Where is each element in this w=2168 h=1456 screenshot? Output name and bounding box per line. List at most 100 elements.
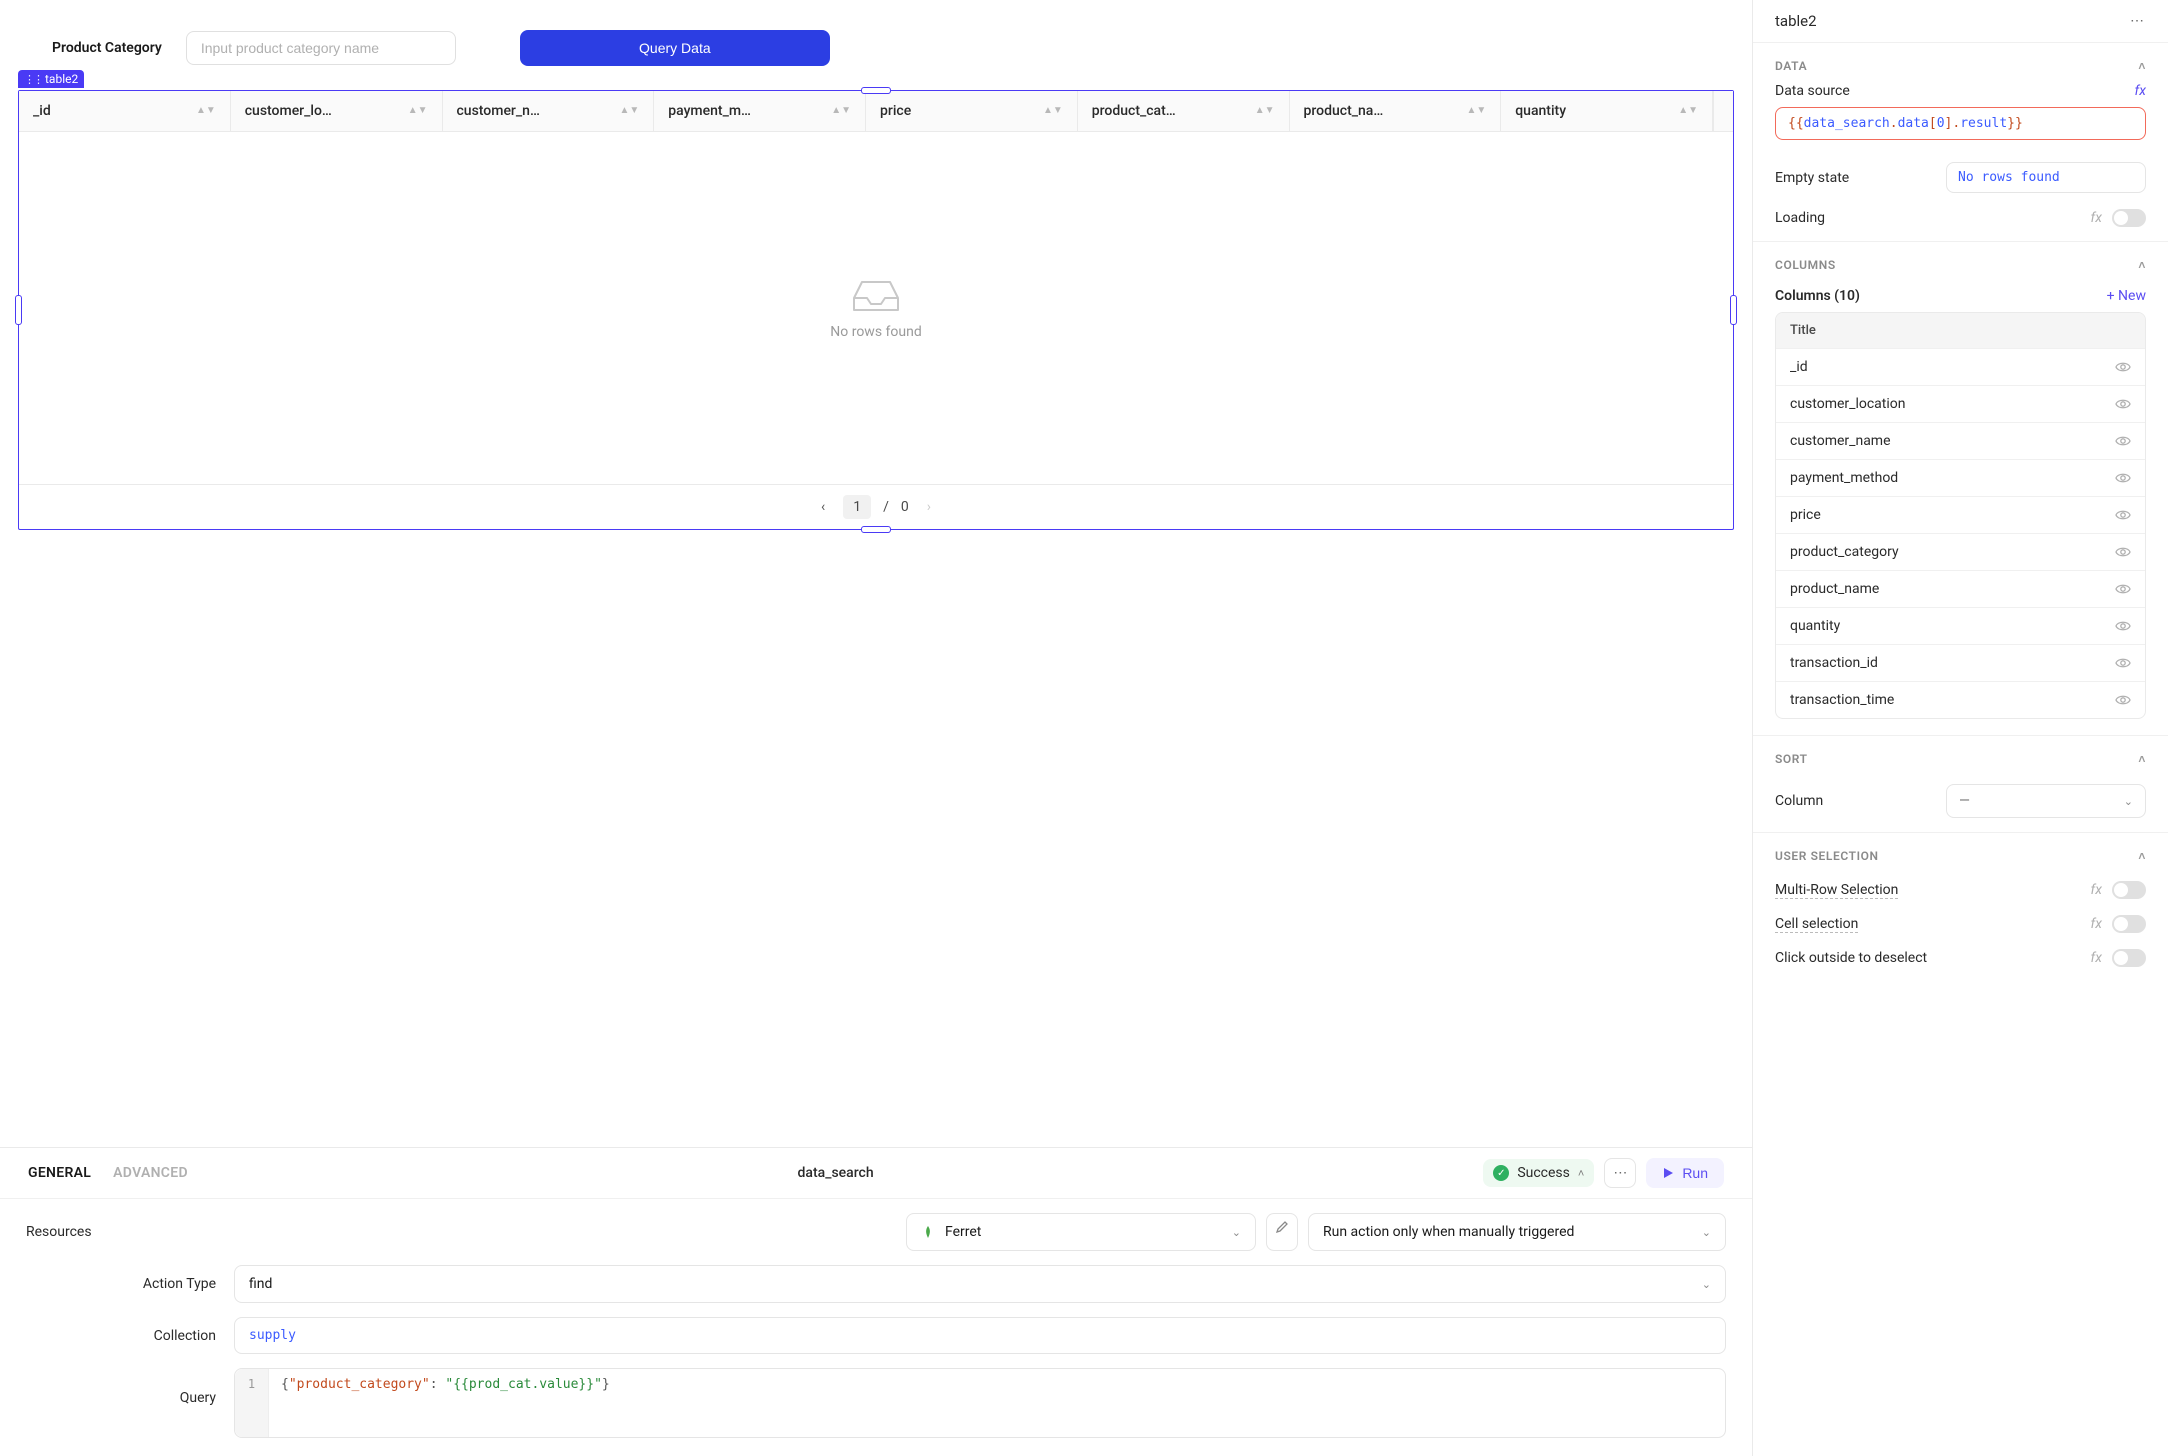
sort-icon[interactable]: ▲▼ — [619, 106, 639, 116]
sort-icon[interactable]: ▲▼ — [1043, 106, 1063, 116]
column-item[interactable]: quantity — [1776, 607, 2145, 644]
column-item[interactable]: transaction_time — [1776, 681, 2145, 718]
column-item-label: _id — [1790, 359, 1808, 375]
eye-icon[interactable] — [2115, 618, 2131, 634]
chevron-down-icon: ⌄ — [1232, 1226, 1241, 1239]
chevron-up-icon[interactable]: ˄ — [2138, 258, 2146, 272]
edit-resource-button[interactable] — [1266, 1213, 1298, 1251]
sort-icon[interactable]: ▲▼ — [408, 106, 428, 116]
sort-icon[interactable]: ▲▼ — [1466, 106, 1486, 116]
columns-list: Title _idcustomer_locationcustomer_namep… — [1775, 312, 2146, 719]
fx-button[interactable]: fx — [2091, 950, 2102, 966]
product-category-input[interactable] — [186, 31, 456, 65]
tab-general[interactable]: GENERAL — [28, 1165, 91, 1181]
eye-icon[interactable] — [2115, 433, 2131, 449]
column-item[interactable]: customer_name — [1776, 422, 2145, 459]
page-next-button[interactable]: › — [921, 495, 937, 519]
table-col-header[interactable]: price▲▼ — [866, 91, 1078, 131]
inspector-more-button[interactable]: ⋯ — [2130, 13, 2146, 29]
fx-button[interactable]: fx — [2091, 882, 2102, 898]
trigger-value: Run action only when manually triggered — [1323, 1224, 1574, 1240]
column-item[interactable]: payment_method — [1776, 459, 2145, 496]
component-tag[interactable]: ⋮⋮ table2 — [18, 70, 84, 88]
cell-selection-label: Cell selection — [1775, 916, 1858, 933]
eye-icon[interactable] — [2115, 692, 2131, 708]
column-item[interactable]: product_name — [1776, 570, 2145, 607]
click-outside-toggle[interactable] — [2112, 949, 2146, 967]
eye-icon[interactable] — [2115, 396, 2131, 412]
sort-icon[interactable]: ▲▼ — [831, 106, 851, 116]
table-col-header[interactable]: _id▲▼ — [19, 91, 231, 131]
chevron-down-icon: ⌄ — [2124, 795, 2133, 808]
data-source-input[interactable]: {{data_search.data[0].result}} — [1775, 107, 2146, 140]
page-prev-button[interactable]: ‹ — [815, 495, 831, 519]
table-col-header[interactable]: customer_n…▲▼ — [443, 91, 655, 131]
query-data-button[interactable]: Query Data — [520, 30, 830, 66]
trigger-select[interactable]: Run action only when manually triggered … — [1308, 1213, 1726, 1251]
eye-icon[interactable] — [2115, 470, 2131, 486]
chevron-down-icon: ⌄ — [1702, 1226, 1711, 1239]
chevron-up-icon[interactable]: ˄ — [2138, 59, 2146, 73]
fx-button[interactable]: fx — [2135, 83, 2146, 99]
column-item-label: quantity — [1790, 618, 1840, 634]
eye-icon[interactable] — [2115, 507, 2131, 523]
query-body[interactable]: {"product_category": "{{prod_cat.value}}… — [269, 1369, 1725, 1437]
inspector-panel: table2 ⋯ DATA ˄ Data source fx {{data_se… — [1752, 0, 2168, 1456]
section-user-selection-title: USER SELECTION — [1775, 849, 1879, 863]
column-item-label: transaction_time — [1790, 692, 1894, 708]
cell-selection-toggle[interactable] — [2112, 915, 2146, 933]
resize-handle-bottom[interactable] — [861, 526, 891, 533]
sort-icon[interactable]: ▲▼ — [1678, 106, 1698, 116]
more-actions-button[interactable]: ⋯ — [1604, 1158, 1636, 1188]
eye-icon[interactable] — [2115, 655, 2131, 671]
column-item-label: product_name — [1790, 581, 1879, 597]
table-col-header[interactable]: customer_lo…▲▼ — [231, 91, 443, 131]
status-pill[interactable]: ✓ Success ˄ — [1483, 1159, 1594, 1187]
gutter-line: 1 — [248, 1377, 255, 1391]
sort-column-select[interactable]: — ⌄ — [1946, 784, 2146, 818]
resize-handle-left[interactable] — [15, 295, 22, 325]
table-col-header[interactable]: quantity▲▼ — [1501, 91, 1713, 131]
table-header: _id▲▼ customer_lo…▲▼ customer_n…▲▼ payme… — [19, 91, 1733, 132]
eye-icon[interactable] — [2115, 581, 2131, 597]
mongodb-icon — [921, 1225, 935, 1239]
sort-icon[interactable]: ▲▼ — [1255, 106, 1275, 116]
chevron-up-icon[interactable]: ˄ — [2138, 849, 2146, 863]
sort-icon[interactable]: ▲▼ — [196, 106, 216, 116]
resource-select[interactable]: Ferret ⌄ — [906, 1213, 1256, 1251]
column-item[interactable]: _id — [1776, 348, 2145, 385]
action-type-value: find — [249, 1276, 272, 1292]
table-frame[interactable]: _id▲▼ customer_lo…▲▼ customer_n…▲▼ payme… — [18, 90, 1734, 530]
loading-label: Loading — [1775, 210, 1825, 226]
resize-handle-right[interactable] — [1730, 295, 1737, 325]
column-item[interactable]: customer_location — [1776, 385, 2145, 422]
new-column-button[interactable]: + New — [2107, 288, 2146, 304]
multi-row-toggle[interactable] — [2112, 881, 2146, 899]
table-col-header[interactable]: product_cat…▲▼ — [1078, 91, 1290, 131]
loading-toggle[interactable] — [2112, 209, 2146, 227]
eye-icon[interactable] — [2115, 359, 2131, 375]
collection-input[interactable]: supply — [234, 1317, 1726, 1354]
table-col-header[interactable]: product_na…▲▼ — [1290, 91, 1502, 131]
fx-button[interactable]: fx — [2091, 916, 2102, 932]
fx-button[interactable]: fx — [2091, 210, 2102, 226]
column-item-label: product_category — [1790, 544, 1899, 560]
column-item[interactable]: transaction_id — [1776, 644, 2145, 681]
drag-handle-icon[interactable]: ⋮⋮ — [24, 73, 42, 86]
tab-advanced[interactable]: ADVANCED — [113, 1165, 188, 1181]
empty-state-input[interactable]: No rows found — [1946, 162, 2146, 193]
chevron-up-icon: ˄ — [1578, 1167, 1584, 1180]
action-type-select[interactable]: find ⌄ — [234, 1265, 1726, 1303]
column-item-label: transaction_id — [1790, 655, 1878, 671]
resize-handle-top[interactable] — [861, 87, 891, 94]
page-separator: / — [883, 499, 889, 515]
run-button[interactable]: Run — [1646, 1158, 1724, 1188]
empty-message: No rows found — [830, 324, 921, 340]
inspector-title: table2 — [1775, 12, 1817, 30]
query-editor[interactable]: 1 {"product_category": "{{prod_cat.value… — [234, 1368, 1726, 1438]
chevron-up-icon[interactable]: ˄ — [2138, 752, 2146, 766]
table-col-header[interactable]: payment_m…▲▼ — [654, 91, 866, 131]
eye-icon[interactable] — [2115, 544, 2131, 560]
column-item[interactable]: price — [1776, 496, 2145, 533]
column-item[interactable]: product_category — [1776, 533, 2145, 570]
